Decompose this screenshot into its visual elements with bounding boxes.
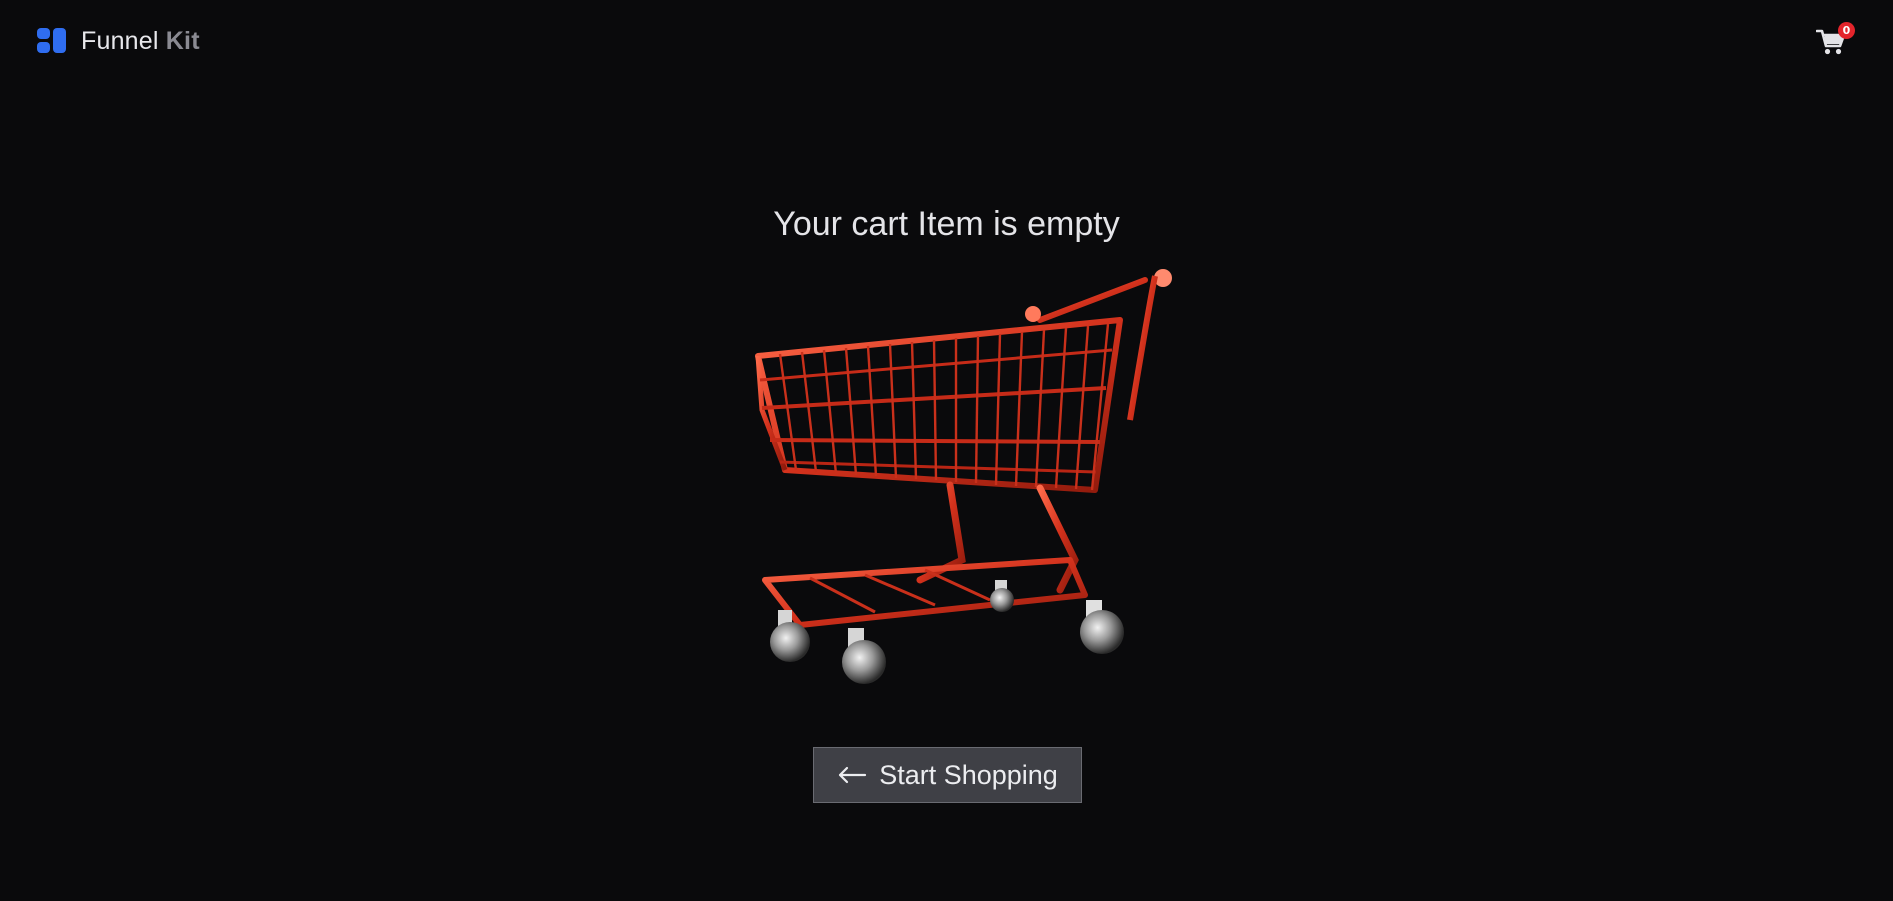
start-shopping-label: Start Shopping bbox=[879, 759, 1058, 790]
logo-mark-icon bbox=[37, 28, 69, 54]
empty-cart-message: Your cart Item is empty bbox=[773, 205, 1120, 243]
cart-count-badge: 0 bbox=[1838, 22, 1855, 39]
shopping-cart-illustration bbox=[755, 269, 1172, 684]
brand-name-first: Funnel bbox=[81, 26, 159, 55]
header-cart-button[interactable]: 0 bbox=[1810, 22, 1858, 62]
brand-logo[interactable]: Funnel Kit bbox=[37, 24, 200, 58]
site-header: Funnel Kit 0 bbox=[0, 0, 1893, 84]
arrow-left-icon bbox=[839, 766, 867, 784]
start-shopping-button[interactable]: Start Shopping bbox=[813, 747, 1082, 803]
brand-name: Funnel Kit bbox=[81, 27, 200, 56]
brand-name-second: Kit bbox=[165, 26, 200, 55]
